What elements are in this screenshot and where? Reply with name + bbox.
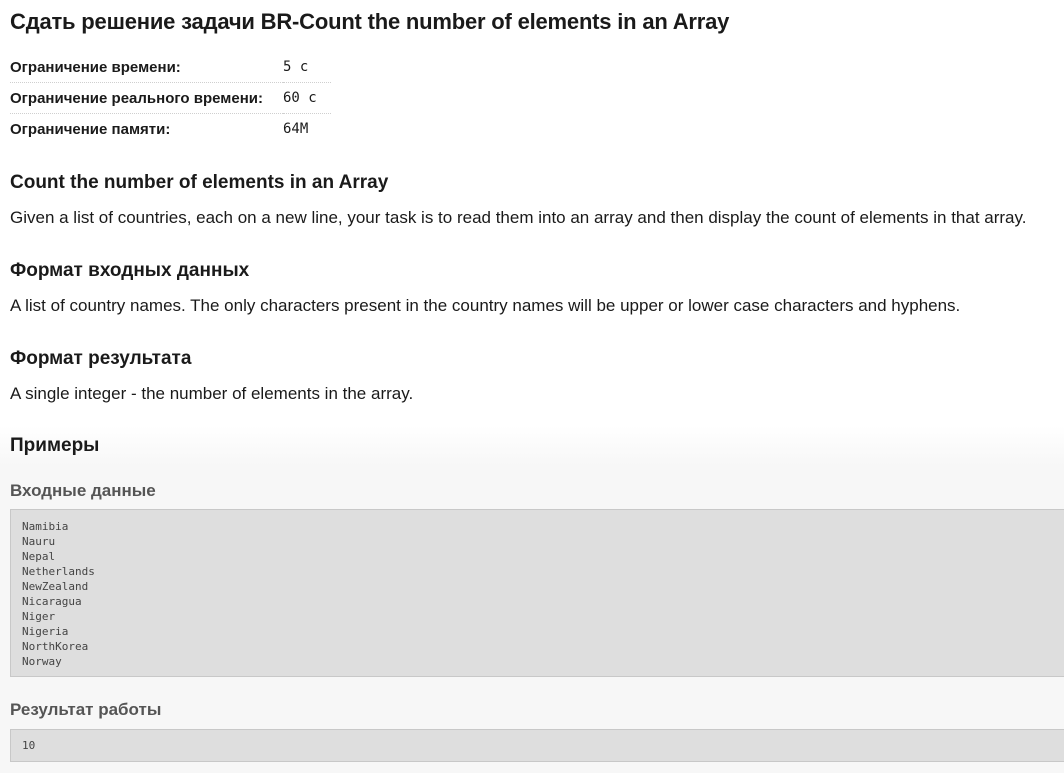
statement-heading: Count the number of elements in an Array <box>10 172 389 193</box>
example-input-line: NorthKorea <box>22 640 89 653</box>
page-title: Сдать решение задачи BR-Count the number… <box>10 9 730 34</box>
input-format-heading: Формат входных данных <box>10 260 250 281</box>
output-format-heading: Формат результата <box>10 348 192 369</box>
limit-value-real-time: 60 с <box>283 82 331 114</box>
input-format-text: A list of country names. The only charac… <box>10 296 961 315</box>
example-input-line: Nauru <box>22 535 56 548</box>
limit-row-time: Ограничение времени: 5 с <box>10 52 331 83</box>
limit-value-memory: 64M <box>283 121 309 137</box>
example-input-line: NewZealand <box>22 580 89 593</box>
example-input-box[interactable]: Namibia Nauru Nepal Netherlands NewZeala… <box>10 509 1064 677</box>
limit-row-memory: Ограничение памяти: 64M <box>10 114 331 145</box>
example-input-line: Nigeria <box>22 625 69 638</box>
example-input-line: Niger <box>22 610 56 623</box>
example-output-line: 10 <box>22 739 36 752</box>
example-input-line: Netherlands <box>22 565 95 578</box>
limit-label-time: Ограничение времени: <box>10 52 283 83</box>
example-input-label: Входные данные <box>10 481 156 500</box>
limit-value-time: 5 с <box>283 52 331 83</box>
example-output-box[interactable]: 10 <box>10 729 1064 762</box>
output-format-text: A single integer - the number of element… <box>10 384 414 403</box>
limit-label-memory: Ограничение памяти: <box>10 120 171 138</box>
statement-text: Given a list of countries, each on a new… <box>10 208 1027 227</box>
examples-heading: Примеры <box>10 435 100 456</box>
example-input-line: Nicaragua <box>22 595 82 608</box>
limit-row-real-time: Ограничение реального времени: 60 с <box>10 82 331 114</box>
limits-table: Ограничение времени: 5 с Ограничение реа… <box>10 52 331 144</box>
limit-label-real-time: Ограничение реального времени: <box>10 82 283 114</box>
example-input-line: Norway <box>22 655 62 668</box>
example-output-label: Результат работы <box>10 700 162 719</box>
example-input-line: Nepal <box>22 550 56 563</box>
problem-page: Сдать решение задачи BR-Count the number… <box>0 0 1064 773</box>
example-input-line: Namibia <box>22 520 69 533</box>
